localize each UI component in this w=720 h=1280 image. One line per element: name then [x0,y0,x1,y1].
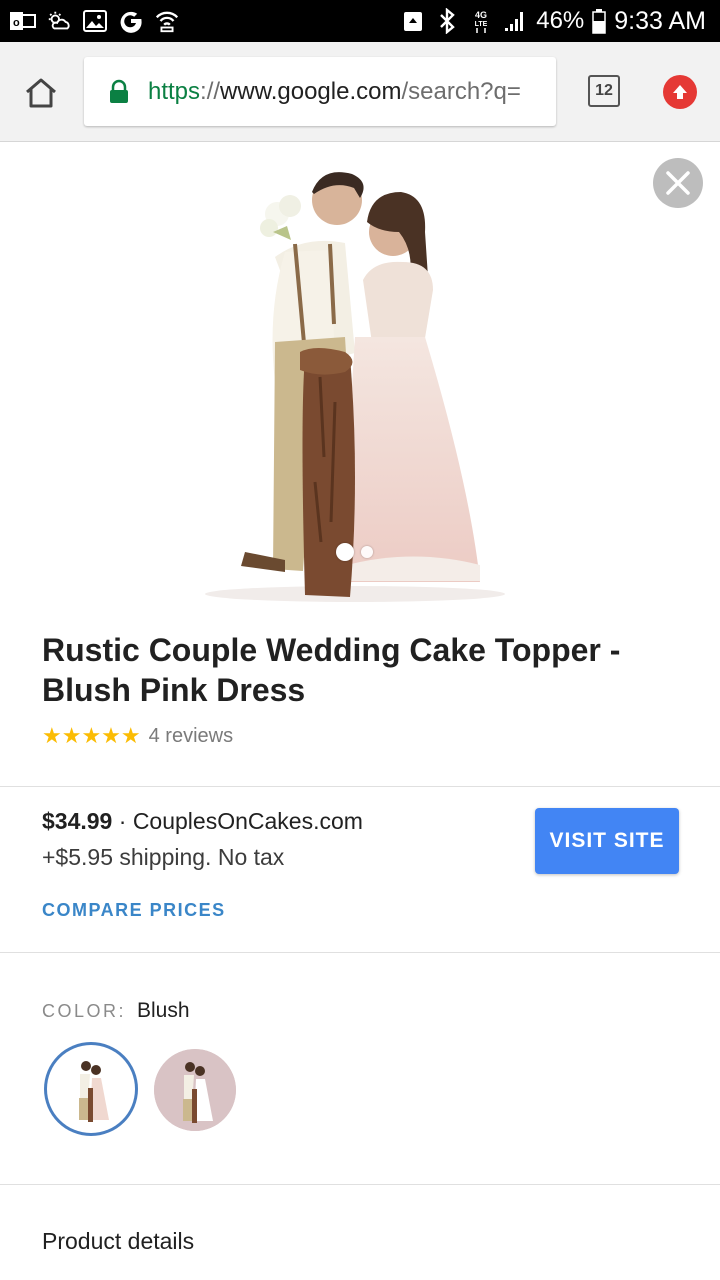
price-line: $34.99 · CouplesOnCakes.com [42,808,363,835]
battery-icon [592,8,607,34]
url-text: https://www.google.com/search?q= [148,78,521,106]
system-icons: 4G LTE 46% 9:33 AM [400,5,706,37]
tab-switcher-button[interactable]: 12 [588,75,620,107]
url-scheme: https [148,77,201,105]
divider [0,952,720,953]
price-separator: · [112,808,133,834]
bluetooth-icon [434,8,460,34]
product-image[interactable] [145,162,578,602]
update-button[interactable] [663,75,697,109]
arrow-up-icon [673,85,687,99]
color-swatch-selected[interactable] [50,1048,132,1130]
lock-icon [110,79,128,103]
product-title: Rustic Couple Wedding Cake Topper - Blus… [42,632,621,708]
color-label: COLOR: [42,1001,127,1021]
carousel-dot-active[interactable] [336,543,354,561]
signal-icon [502,8,528,34]
color-value: Blush [137,999,190,1022]
address-bar[interactable]: https://www.google.com/search?q= [84,57,556,126]
home-button[interactable] [22,74,60,112]
recycle-icon [400,8,426,34]
carousel-dot[interactable] [361,546,373,558]
wifi-hotspot-icon [154,8,180,34]
shipping-info: +$5.95 shipping. No tax [42,844,285,870]
clock-time: 9:33 AM [614,6,706,35]
notification-icons: o [10,7,180,35]
url-path: /search?q= [401,77,521,105]
status-bar: o 4G LTE 46% 9:33 AM [0,0,720,42]
svg-text:4G: 4G [475,10,487,20]
4g-lte-icon: 4G LTE [468,8,494,34]
product-details-heading[interactable]: Product details [42,1228,194,1255]
review-count[interactable]: 4 reviews [149,725,233,748]
home-icon [26,78,56,108]
compare-prices-link[interactable]: COMPARE PRICES [42,900,226,921]
svg-text:LTE: LTE [475,21,488,28]
image-icon [82,8,108,34]
close-button[interactable] [653,158,703,208]
svg-text:o: o [13,17,20,29]
seller-name: CouplesOnCakes.com [132,808,363,834]
google-icon [118,8,144,34]
url-host: www.google.com [220,77,402,105]
battery-percent: 46% [536,7,585,34]
divider [0,1184,720,1185]
star-rating: ★★★★★ [42,723,141,748]
carousel-indicator [336,543,373,561]
url-separator: :// [200,77,221,105]
price: $34.99 [42,808,113,834]
divider [0,786,720,787]
weather-icon [46,8,72,34]
color-swatch[interactable] [154,1049,236,1131]
visit-site-button[interactable]: VISIT SITE [535,808,679,874]
close-icon [666,171,690,195]
rating-row[interactable]: ★★★★★ 4 reviews [42,723,233,749]
browser-toolbar: https://www.google.com/search?q= 12 [0,42,720,142]
outlook-icon: o [10,8,36,34]
